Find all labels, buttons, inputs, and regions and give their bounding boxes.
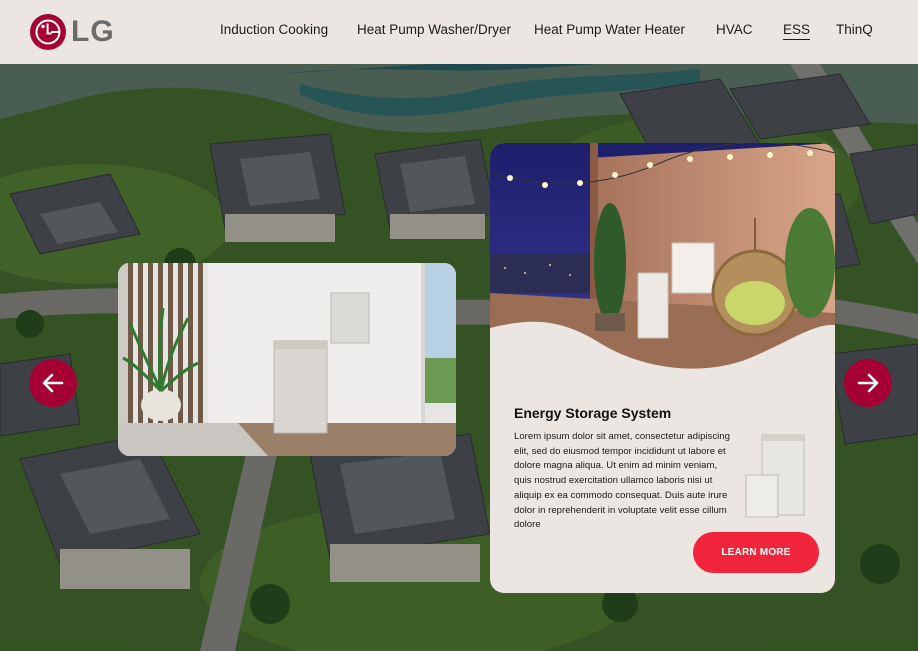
- feature-card-description: Lorem ipsum dolor sit amet, consectetur …: [514, 431, 730, 531]
- feature-card-ess: Energy Storage System Lorem ipsum dolor …: [490, 143, 835, 593]
- nav-item-ess[interactable]: ESS: [783, 22, 811, 40]
- ess-interior-image: [118, 263, 456, 456]
- main-nav: Induction Cooking Heat Pump Washer/Dryer…: [0, 0, 918, 64]
- feature-card-title: Energy Storage System: [514, 405, 672, 421]
- learn-more-button[interactable]: LEARN MORE: [693, 532, 819, 573]
- arrow-right-icon: [857, 373, 879, 393]
- site-header: LG Induction Cooking Heat Pump Washer/Dr…: [0, 0, 918, 64]
- carousel-next-button[interactable]: [844, 359, 892, 407]
- nav-item-heat-pump-water-heater[interactable]: Heat Pump Water Heater: [534, 22, 685, 37]
- ess-product-image: [745, 434, 805, 518]
- carousel-prev-button[interactable]: [29, 359, 77, 407]
- carousel-slide-interior[interactable]: [118, 263, 456, 456]
- nav-item-hvac[interactable]: HVAC: [716, 22, 753, 37]
- feature-card-body: Energy Storage System Lorem ipsum dolor …: [490, 143, 835, 593]
- arrow-left-icon: [42, 373, 64, 393]
- nav-item-thinq[interactable]: ThinQ: [836, 22, 873, 37]
- nav-item-induction-cooking[interactable]: Induction Cooking: [220, 22, 328, 37]
- nav-item-heat-pump-washer-dryer[interactable]: Heat Pump Washer/Dryer: [357, 22, 511, 37]
